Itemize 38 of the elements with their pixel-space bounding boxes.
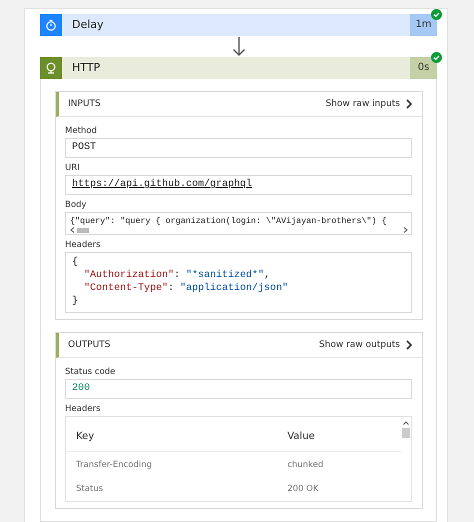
- field-label: URI: [65, 163, 81, 173]
- horizontal-scrollbar[interactable]: [70, 227, 408, 233]
- section-title: INPUTS: [68, 99, 102, 109]
- show-raw-link[interactable]: Show raw outputs: [319, 340, 412, 350]
- table-cell-text: Status: [75, 482, 104, 496]
- field-label: Headers: [65, 240, 102, 250]
- field-label: Method: [65, 126, 98, 136]
- json-line: "Authorization": "*sanitized*",: [84, 270, 270, 281]
- column-header: Value: [277, 423, 401, 452]
- scroll-right-icon[interactable]: [403, 227, 408, 233]
- scroll-thumb[interactable]: [402, 428, 410, 438]
- scroll-left-icon[interactable]: [70, 227, 75, 233]
- table-cell: Transfer-Encoding: [66, 452, 278, 477]
- chevron-right-icon: [406, 340, 412, 350]
- table-cell: chunked: [277, 452, 401, 477]
- column-header: Key: [66, 423, 278, 452]
- step-title[interactable]: HTTP: [62, 57, 410, 79]
- field-label: Status code: [65, 367, 116, 377]
- chevron-right-icon: [406, 99, 412, 109]
- field-label: Headers: [65, 404, 102, 414]
- value-field: 200: [65, 379, 412, 399]
- down-arrow-icon: [232, 36, 246, 56]
- section-title: OUTPUTS: [68, 340, 112, 350]
- duration-label: 0s: [410, 57, 437, 79]
- uri-link[interactable]: https://api.github.com/graphql: [72, 179, 252, 190]
- stopwatch-icon: [45, 19, 57, 31]
- field-label: Body: [65, 200, 88, 210]
- scroll-thumb[interactable]: [77, 228, 89, 232]
- json-line: "Content-Type": "application/json": [84, 283, 288, 294]
- headers-json-field: { "Authorization": "*sanitized*", "Content-Type": "application/json" }: [65, 252, 412, 313]
- scroll-up-icon[interactable]: [403, 421, 409, 425]
- show-raw-link[interactable]: Show raw inputs: [326, 99, 412, 109]
- value-field: POST: [65, 138, 412, 158]
- duration-label: 1m: [410, 14, 437, 36]
- globe-icon: [45, 62, 57, 74]
- body-text: {"query": "query { organization(login: \"AVijayan-brothers\") {: [70, 216, 387, 226]
- table-cell-text: 200 OK: [286, 482, 320, 496]
- step-title[interactable]: Delay: [62, 14, 410, 36]
